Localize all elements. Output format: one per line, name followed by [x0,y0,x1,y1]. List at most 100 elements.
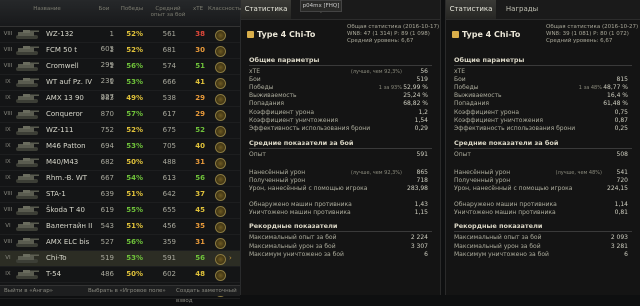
avg-stat-value: 283,98 [407,185,428,193]
general-stat-label: xTE [249,68,261,75]
general-stat-value: 52,99 % [403,84,428,92]
vehicle-name: WZ-111 [46,126,74,134]
footer-platoon-link[interactable]: Создать заметочный взвод [176,286,240,306]
table-row[interactable]: IX M46 Patton 694 53% 705 40 [0,139,240,155]
header-wins[interactable]: Победы [118,6,146,12]
table-row[interactable]: VIII AMX ELC bis 527 56% 359 31 [0,235,240,251]
table-row[interactable]: VIII FCM 50 t1 299 52% 681 30 [0,43,240,69]
section-records-title: Рекордные показатели [249,222,338,231]
tank-icon [16,142,39,151]
section-divider [249,231,432,233]
avg-stat-value: 224,15 [607,185,628,193]
vehicle-xte: 38 [195,30,205,38]
vehicle-avg-xp: 602 [162,270,176,278]
vehicle-battles: 752 [100,126,114,134]
vehicle-battles: 694 [100,142,114,150]
header-class[interactable]: Классность [208,6,241,12]
table-row[interactable]: VIII Škoda T 40 619 55% 655 45 [0,203,240,219]
mastery-badge-icon [215,158,226,169]
general-stat-value: 1,54 [414,116,428,124]
table-row[interactable]: VIII WZ-132 1 603 52% 561 38 [0,27,240,53]
panel-tabs: Статистика Награды [446,0,640,20]
vehicle-xte: 56 [195,254,205,262]
vehicle-name: M40/M43 [46,158,79,166]
avg-stat-value: 1,14 [614,201,628,209]
general-stat-value: 16,4 % [607,92,628,100]
vehicle-avg-xp: 617 [162,110,176,118]
record-stat-value: 3 281 [610,242,628,250]
table-row[interactable]: IX Rhm.-B. WT 667 54% 613 56 [0,171,240,187]
vehicle-battles: 983 [100,94,114,102]
vehicle-winrate: 52% [126,126,143,134]
mastery-badge-icon [215,78,226,89]
vehicle-xte: 52 [195,126,205,134]
header-battles[interactable]: Бои [94,6,114,12]
vehicle-xte: 29 [195,110,205,118]
tank-icon [16,238,39,247]
record-stat-value: 3 307 [410,242,428,250]
vehicle-winrate: 52% [126,46,143,54]
table-row[interactable]: IX T-54 486 50% 602 48 [0,267,240,283]
general-stat-label: Победы [454,84,479,92]
table-row[interactable]: VI Chi-To 519 53% 591 56 › [0,251,240,267]
tank-icon [16,94,39,103]
general-stat-label: Победы [249,84,274,92]
vehicle-table-header: Название Бои Победы Средний опыт за бой … [0,0,241,27]
avg-stat-label: Урон, нанесённый с помощью игрока [249,185,368,193]
section-divider [454,65,632,66]
header-name[interactable]: Название [30,6,64,12]
vehicle-winrate: 52% [126,30,143,38]
table-row[interactable]: IX WZ-111 752 52% 675 52 [0,123,240,139]
table-row[interactable]: VI Валентайн II 543 51% 456 35 [0,219,240,235]
section-divider [249,147,432,149]
avg-xp-label: Опыт [454,150,471,158]
vehicle-xte: 56 [195,174,205,182]
avg-stat-label: Уничтожено машин противника [249,209,351,217]
vehicle-xte: 31 [195,238,205,246]
table-row[interactable]: IX WT auf Pz. IV 1 227 53% 666 41 [0,75,240,101]
tier-label: VIII [3,239,13,245]
avg-stat-value: 541 [616,168,628,176]
vehicle-name: AMX ELC bis [46,238,90,246]
general-stat-label: Попадания [454,100,490,108]
tank-icon [16,62,39,71]
tank-icon [16,158,39,167]
table-row[interactable]: VIII Cromwell 1 230 56% 574 51 [0,59,240,85]
avg-stat-label: Нанесённый урон [454,168,511,176]
tier-label: IX [5,95,11,101]
general-stat-value: 56 [420,68,428,75]
player-tooltip: p04mx [FHQ] [300,0,342,12]
tab-awards[interactable]: Награды [502,0,542,19]
avg-stat-value: 1,15 [414,209,428,217]
header-avg-xp[interactable]: Средний опыт за бой [150,6,186,18]
vehicle-avg-xp: 456 [162,222,176,230]
general-stat-value: 815 [616,76,628,84]
vehicle-battles: 486 [100,270,114,278]
table-row[interactable]: VIII Conqueror 870 57% 617 29 [0,107,240,123]
vehicle-name: STA-1 [46,190,66,198]
summary-rating: WN8: 47 (1 314) P: 89 (1 098) [347,31,430,37]
tier-label: VIII [3,111,13,117]
table-row[interactable]: IX AMX 13 90 983 49% 538 29 [0,91,240,107]
tier-label: VI [5,255,11,261]
mastery-badge-icon [215,238,226,249]
header-xte[interactable]: xTE [190,6,206,12]
section-avg-title: Средние показатели за бой [454,138,559,147]
vehicle-avg-xp: 681 [162,46,176,54]
vehicle-xte: 30 [195,46,205,54]
tier-label: VI [5,223,11,229]
mastery-badge-icon [215,254,226,265]
tank-icon [16,30,39,39]
selected-arrow-icon: › [229,254,232,262]
tab-statistics[interactable]: Статистика [241,0,291,19]
section-general-title: Общие параметры [454,56,525,64]
mastery-badge-icon [215,94,226,105]
tab-statistics[interactable]: Статистика [446,0,496,19]
mastery-badge-icon [215,270,226,281]
vehicle-name: Škoda T 40 [46,206,85,214]
record-stat-value: 6 [424,250,428,258]
table-row[interactable]: IX M40/M43 682 50% 488 31 [0,155,240,171]
table-row[interactable]: VIII STA-1 639 51% 642 37 [0,187,240,203]
record-stat-value: 2 224 [410,234,428,242]
avg-stat-value: 865 [416,168,428,176]
